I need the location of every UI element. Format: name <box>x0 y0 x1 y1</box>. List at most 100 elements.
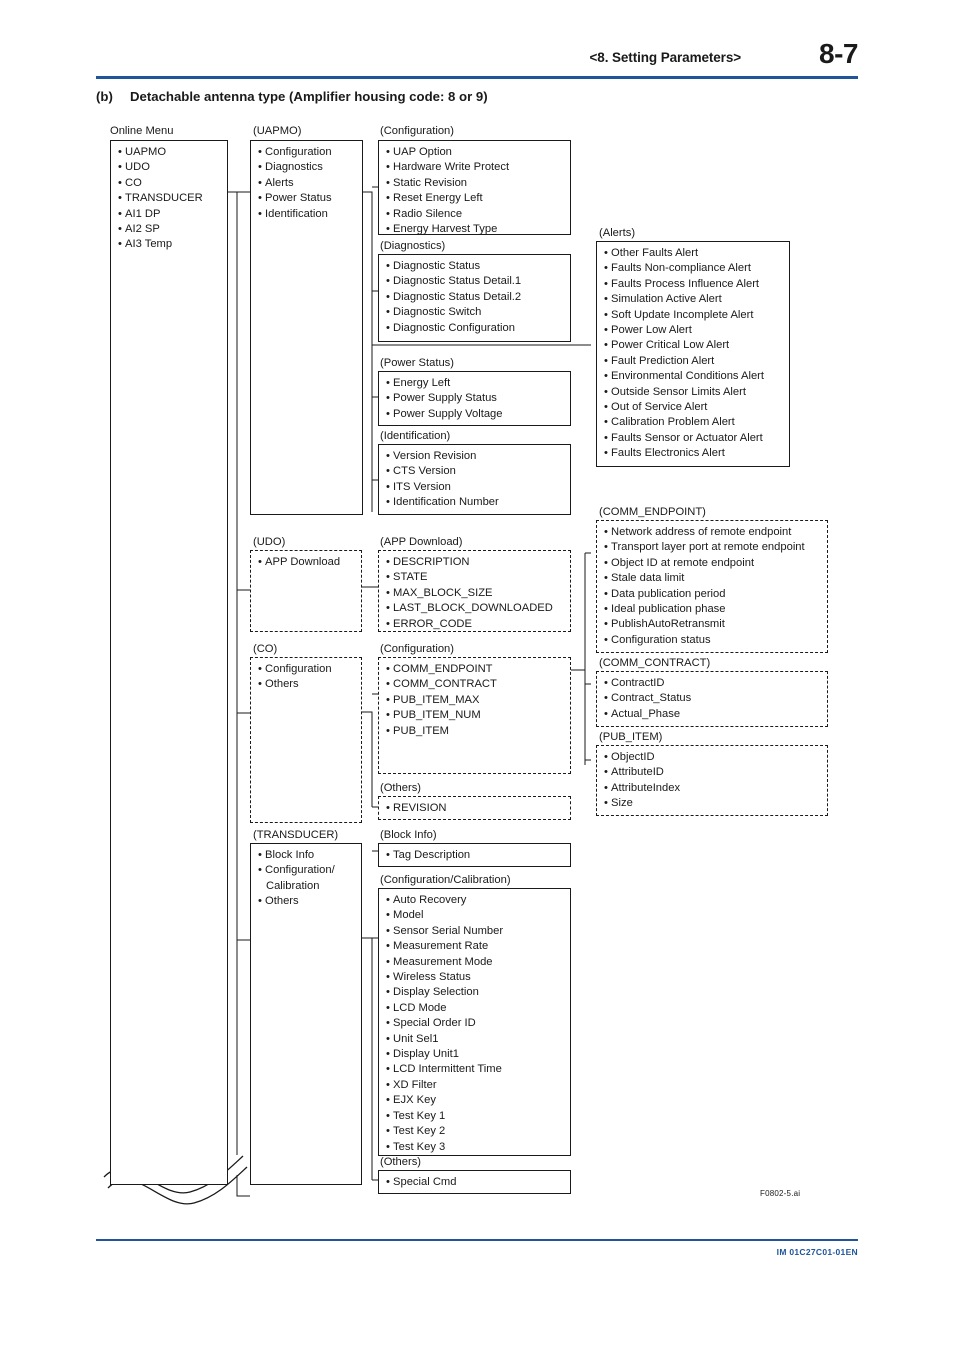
list-item: LAST_BLOCK_DOWNLOADED <box>386 601 566 616</box>
list-item: Fault Prediction Alert <box>604 354 785 369</box>
caption-uapmo-configuration: (Configuration) <box>380 125 454 137</box>
caption-co-configuration: (Configuration) <box>380 643 454 655</box>
caption-config-calibration: (Configuration/Calibration) <box>380 874 511 886</box>
list-item: Network address of remote endpoint <box>604 525 823 540</box>
box-uapmo-configuration: UAP Option Hardware Write Protect Static… <box>378 140 571 235</box>
list-item: CO <box>118 176 223 191</box>
list-item: Auto Recovery <box>386 893 566 908</box>
caption-diagnostics: (Diagnostics) <box>380 240 446 252</box>
list-item: AI1 DP <box>118 207 223 222</box>
list-item: Transport layer port at remote endpoint <box>604 540 823 555</box>
list-item: Configuration <box>258 662 357 677</box>
list-item: Version Revision <box>386 449 566 464</box>
list-item: PUB_ITEM <box>386 724 566 739</box>
list-item: Tag Description <box>386 848 566 863</box>
list-pub-item: ObjectID AttributeID AttributeIndex Size <box>604 750 823 812</box>
list-item: Special Order ID <box>386 1016 566 1031</box>
list-diagnostics: Diagnostic Status Diagnostic Status Deta… <box>386 259 566 336</box>
list-co-configuration: COMM_ENDPOINT COMM_CONTRACT PUB_ITEM_MAX… <box>386 662 566 739</box>
list-item: REVISION <box>386 801 566 816</box>
list-item: UAPMO <box>118 145 223 160</box>
list-item: UAP Option <box>386 145 566 160</box>
box-comm-endpoint: Network address of remote endpoint Trans… <box>596 520 828 653</box>
list-item: Simulation Active Alert <box>604 292 785 307</box>
list-item: Faults Electronics Alert <box>604 446 785 461</box>
box-co-configuration: COMM_ENDPOINT COMM_CONTRACT PUB_ITEM_MAX… <box>378 657 571 774</box>
caption-transducer: (TRANSDUCER) <box>253 829 339 841</box>
list-item: Power Supply Status <box>386 391 566 406</box>
list-item: Radio Silence <box>386 207 566 222</box>
list-item: Diagnostic Switch <box>386 305 566 320</box>
list-comm-endpoint: Network address of remote endpoint Trans… <box>604 525 823 648</box>
list-online-menu: UAPMO UDO CO TRANSDUCER AI1 DP AI2 SP AI… <box>118 145 223 253</box>
list-item: MAX_BLOCK_SIZE <box>386 586 566 601</box>
list-item: Test Key 1 <box>386 1109 566 1124</box>
list-item: COMM_ENDPOINT <box>386 662 566 677</box>
box-pub-item: ObjectID AttributeID AttributeIndex Size <box>596 745 828 816</box>
caption-app-download: (APP Download) <box>380 536 463 548</box>
list-item: Identification Number <box>386 495 566 510</box>
list-item: Diagnostic Configuration <box>386 321 566 336</box>
list-item: Power Status <box>258 191 358 206</box>
list-item: Hardware Write Protect <box>386 160 566 175</box>
list-item: Others <box>258 894 357 909</box>
list-co-others: REVISION <box>386 801 566 816</box>
box-config-calibration: Auto Recovery Model Sensor Serial Number… <box>378 888 571 1156</box>
list-config-calibration: Auto Recovery Model Sensor Serial Number… <box>386 893 566 1155</box>
list-item: Measurement Mode <box>386 955 566 970</box>
list-item: ITS Version <box>386 480 566 495</box>
caption-pub-item: (PUB_ITEM) <box>599 731 663 743</box>
list-item: Energy Left <box>386 376 566 391</box>
list-item: PUB_ITEM_MAX <box>386 693 566 708</box>
list-item: AttributeIndex <box>604 781 823 796</box>
list-identification: Version Revision CTS Version ITS Version… <box>386 449 566 511</box>
list-item: PublishAutoRetransmit <box>604 617 823 632</box>
list-item: ERROR_CODE <box>386 617 566 632</box>
list-transducer-others: Special Cmd <box>386 1175 566 1190</box>
caption-co: (CO) <box>253 643 278 655</box>
list-item: Test Key 2 <box>386 1124 566 1139</box>
box-block-info: Tag Description <box>378 843 571 867</box>
list-item: Power Critical Low Alert <box>604 338 785 353</box>
list-item: Actual_Phase <box>604 707 823 722</box>
list-item: STATE <box>386 570 566 585</box>
list-item: Stale data limit <box>604 571 823 586</box>
list-item: Static Revision <box>386 176 566 191</box>
list-item: CTS Version <box>386 464 566 479</box>
box-uapmo: Configuration Diagnostics Alerts Power S… <box>250 140 363 515</box>
caption-comm-endpoint: (COMM_ENDPOINT) <box>599 506 706 518</box>
document-code: IM 01C27C01-01EN <box>776 1247 858 1257</box>
list-item: AI2 SP <box>118 222 223 237</box>
list-item: LCD Intermittent Time <box>386 1062 566 1077</box>
caption-identification: (Identification) <box>380 430 451 442</box>
list-alerts: Other Faults Alert Faults Non-compliance… <box>604 246 785 462</box>
list-power-status: Energy Left Power Supply Status Power Su… <box>386 376 566 422</box>
list-item: Display Selection <box>386 985 566 1000</box>
list-item: Configuration <box>258 145 358 160</box>
list-item: Size <box>604 796 823 811</box>
list-item: Ideal publication phase <box>604 602 823 617</box>
box-co: Configuration Others <box>250 657 362 823</box>
list-item: Faults Sensor or Actuator Alert <box>604 431 785 446</box>
list-item: Diagnostics <box>258 160 358 175</box>
list-uapmo: Configuration Diagnostics Alerts Power S… <box>258 145 358 222</box>
list-item: Energy Harvest Type <box>386 222 566 237</box>
list-item: AI3 Temp <box>118 237 223 252</box>
list-item: Display Unit1 <box>386 1047 566 1062</box>
list-co: Configuration Others <box>258 662 357 693</box>
box-transducer-others: Special Cmd <box>378 1170 571 1194</box>
caption-block-info: (Block Info) <box>380 829 437 841</box>
list-item: Contract_Status <box>604 691 823 706</box>
list-item: Faults Non-compliance Alert <box>604 261 785 276</box>
list-item: EJX Key <box>386 1093 566 1108</box>
list-item: Wireless Status <box>386 970 566 985</box>
list-item: Identification <box>258 207 358 222</box>
box-app-download: DESCRIPTION STATE MAX_BLOCK_SIZE LAST_BL… <box>378 550 571 632</box>
list-uapmo-configuration: UAP Option Hardware Write Protect Static… <box>386 145 566 237</box>
box-alerts: Other Faults Alert Faults Non-compliance… <box>596 241 790 467</box>
list-item: Test Key 3 <box>386 1140 566 1155</box>
list-item: Diagnostic Status Detail.2 <box>386 290 566 305</box>
list-item: TRANSDUCER <box>118 191 223 206</box>
list-block-info: Tag Description <box>386 848 566 863</box>
list-item: Sensor Serial Number <box>386 924 566 939</box>
